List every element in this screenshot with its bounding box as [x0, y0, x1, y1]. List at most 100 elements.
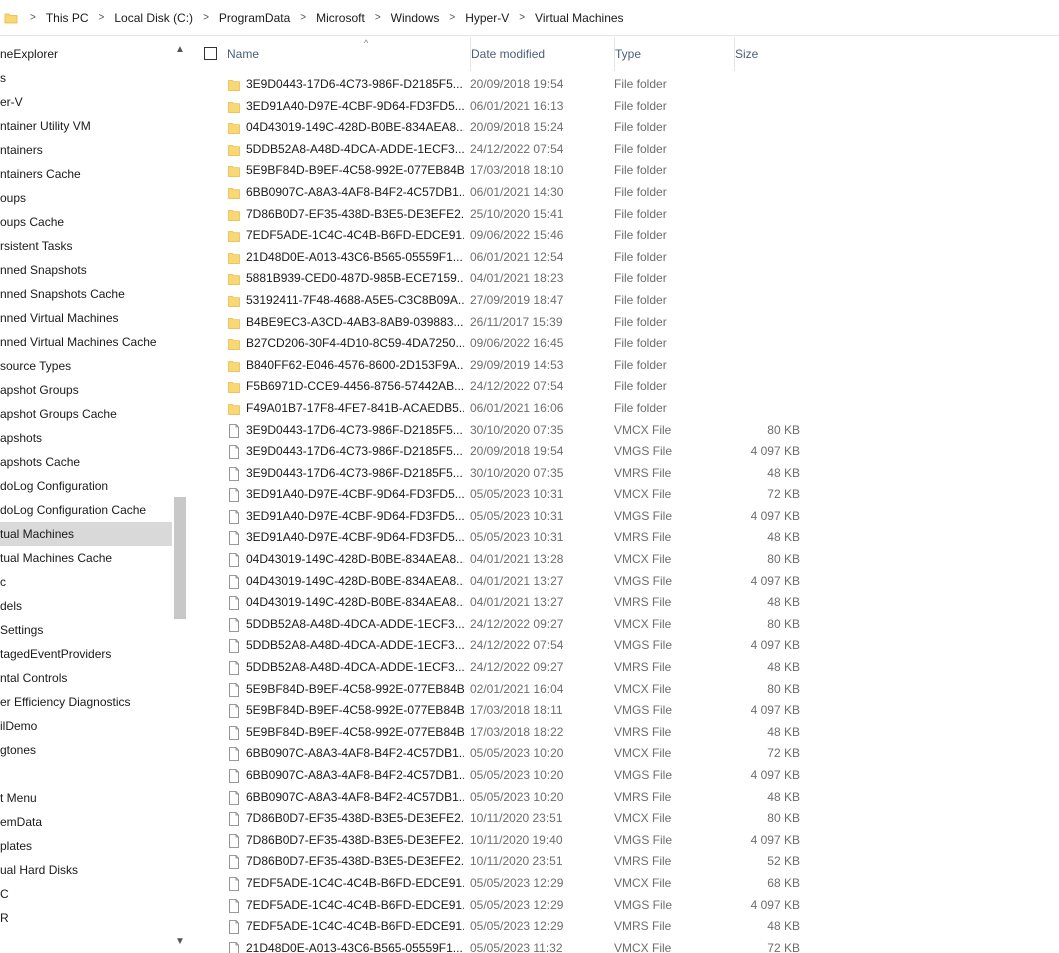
breadcrumb-item[interactable]: Windows — [387, 11, 444, 25]
breadcrumb-item[interactable]: Microsoft — [312, 11, 369, 25]
file-row[interactable]: 04D43019-149C-428D-B0BE-834AEA8... 04/01/… — [192, 549, 1059, 571]
file-row[interactable]: 3ED91A40-D97E-4CBF-9D64-FD3FD5... 06/01/2… — [192, 96, 1059, 118]
nav-tree-item[interactable]: s — [0, 66, 172, 90]
file-row[interactable]: 7D86B0D7-EF35-438D-B3E5-DE3EFE2... 10/11/… — [192, 830, 1059, 852]
file-row[interactable]: 3E9D0443-17D6-4C73-986F-D2185F5... 20/09/… — [192, 74, 1059, 96]
nav-tree-item[interactable]: tual Machines — [0, 522, 172, 546]
file-row[interactable]: 04D43019-149C-428D-B0BE-834AEA8... 20/09/… — [192, 117, 1059, 139]
nav-tree-item[interactable]: nned Snapshots Cache — [0, 282, 172, 306]
chevron-right-icon[interactable]: > — [197, 11, 215, 23]
file-row[interactable]: 7D86B0D7-EF35-438D-B3E5-DE3EFE2... 10/11/… — [192, 808, 1059, 830]
file-row[interactable]: 3E9D0443-17D6-4C73-986F-D2185F5... 30/10/… — [192, 463, 1059, 485]
nav-tree-item[interactable] — [0, 762, 172, 786]
nav-tree-item[interactable]: er-V — [0, 90, 172, 114]
breadcrumb-item[interactable]: This PC — [42, 11, 93, 25]
column-header-type[interactable]: Type — [614, 37, 742, 71]
file-row[interactable]: 5E9BF84D-B9EF-4C58-992E-077EB84B... 17/03… — [192, 700, 1059, 722]
nav-tree-item[interactable]: tual Machines Cache — [0, 546, 172, 570]
file-row[interactable]: 04D43019-149C-428D-B0BE-834AEA8... 04/01/… — [192, 592, 1059, 614]
nav-tree-item[interactable]: oups Cache — [0, 210, 172, 234]
chevron-right-icon[interactable]: > — [93, 11, 111, 23]
chevron-right-icon[interactable]: > — [513, 11, 531, 23]
nav-tree-item[interactable]: C — [0, 882, 172, 906]
breadcrumb-item[interactable]: ProgramData — [215, 11, 294, 25]
file-row[interactable]: 6BB0907C-A8A3-4AF8-B4F2-4C57DB1... 05/05/… — [192, 765, 1059, 787]
scroll-down-icon[interactable]: ▼ — [174, 935, 186, 949]
address-bar[interactable]: > This PC > Local Disk (C:) > ProgramData > Mic… — [0, 0, 1059, 36]
nav-tree-item[interactable]: ilDemo — [0, 714, 172, 738]
nav-tree-item[interactable]: R — [0, 906, 172, 930]
file-row[interactable]: 04D43019-149C-428D-B0BE-834AEA8... 04/01/… — [192, 571, 1059, 593]
nav-tree-item[interactable]: t Menu — [0, 786, 172, 810]
nav-tree-item[interactable]: ntainers Cache — [0, 162, 172, 186]
nav-tree-item[interactable]: gtones — [0, 738, 172, 762]
nav-tree-item[interactable]: neExplorer — [0, 42, 172, 66]
nav-scrollbar[interactable]: ▲ ▼ — [172, 37, 188, 953]
nav-tree-item[interactable]: ntal Controls — [0, 666, 172, 690]
nav-tree-item[interactable]: doLog Configuration — [0, 474, 172, 498]
file-row[interactable]: 5E9BF84D-B9EF-4C58-992E-077EB84B... 17/03… — [192, 160, 1059, 182]
nav-tree-item[interactable]: apshots — [0, 426, 172, 450]
column-header-name[interactable]: ^ Name — [227, 37, 463, 71]
file-row[interactable]: 6BB0907C-A8A3-4AF8-B4F2-4C57DB1... 05/05/… — [192, 787, 1059, 809]
nav-tree-item[interactable]: dels — [0, 594, 172, 618]
file-row[interactable]: 5DDB52A8-A48D-4DCA-ADDE-1ECF3... 24/12/20… — [192, 657, 1059, 679]
nav-tree-item[interactable]: ntainer Utility VM — [0, 114, 172, 138]
file-row[interactable]: 21D48D0E-A013-43C6-B565-05559F1... 06/01/… — [192, 247, 1059, 269]
breadcrumb-item[interactable]: Local Disk (C:) — [110, 11, 197, 25]
nav-tree-item[interactable]: apshots Cache — [0, 450, 172, 474]
file-row[interactable]: 3ED91A40-D97E-4CBF-9D64-FD3FD5... 05/05/2… — [192, 527, 1059, 549]
file-row[interactable]: 3E9D0443-17D6-4C73-986F-D2185F5... 30/10/… — [192, 420, 1059, 442]
file-row[interactable]: 53192411-7F48-4688-A5E5-C3C8B09A... 27/09… — [192, 290, 1059, 312]
file-row[interactable]: 7D86B0D7-EF35-438D-B3E5-DE3EFE2... 10/11/… — [192, 851, 1059, 873]
nav-tree-item[interactable]: rsistent Tasks — [0, 234, 172, 258]
file-row[interactable]: 7D86B0D7-EF35-438D-B3E5-DE3EFE2... 25/10/… — [192, 204, 1059, 226]
chevron-right-icon[interactable]: > — [24, 11, 42, 23]
nav-tree-item[interactable]: tagedEventProviders — [0, 642, 172, 666]
nav-tree-item[interactable]: nned Virtual Machines — [0, 306, 172, 330]
nav-tree-item[interactable]: apshot Groups Cache — [0, 402, 172, 426]
file-row[interactable]: 5E9BF84D-B9EF-4C58-992E-077EB84B... 02/01… — [192, 679, 1059, 701]
file-row[interactable]: 3E9D0443-17D6-4C73-986F-D2185F5... 20/09/… — [192, 441, 1059, 463]
chevron-right-icon[interactable]: > — [369, 11, 387, 23]
file-row[interactable]: 5881B939-CED0-487D-985B-ECE7159... 04/01/… — [192, 268, 1059, 290]
chevron-right-icon[interactable]: > — [443, 11, 461, 23]
nav-tree-item[interactable]: emData — [0, 810, 172, 834]
file-row[interactable]: 5DDB52A8-A48D-4DCA-ADDE-1ECF3... 24/12/20… — [192, 614, 1059, 636]
nav-tree-item[interactable]: apshot Groups — [0, 378, 172, 402]
file-row[interactable]: B4BE9EC3-A3CD-4AB3-8AB9-039883... 26/11/2… — [192, 312, 1059, 334]
file-row[interactable]: 5E9BF84D-B9EF-4C58-992E-077EB84B... 17/03… — [192, 722, 1059, 744]
file-row[interactable]: 3ED91A40-D97E-4CBF-9D64-FD3FD5... 05/05/2… — [192, 484, 1059, 506]
file-row[interactable]: 7EDF5ADE-1C4C-4C4B-B6FD-EDCE91... 05/05/2… — [192, 895, 1059, 917]
nav-tree-item[interactable]: c — [0, 570, 172, 594]
breadcrumb-item[interactable]: Hyper-V — [461, 11, 513, 25]
nav-tree-item[interactable]: Settings — [0, 618, 172, 642]
file-row[interactable]: 5DDB52A8-A48D-4DCA-ADDE-1ECF3... 24/12/20… — [192, 139, 1059, 161]
file-row[interactable]: F5B6971D-CCE9-4456-8756-57442AB... 24/12/… — [192, 376, 1059, 398]
scroll-up-icon[interactable]: ▲ — [174, 43, 186, 57]
scroll-thumb[interactable] — [174, 497, 186, 619]
file-row[interactable]: 6BB0907C-A8A3-4AF8-B4F2-4C57DB1... 05/05/… — [192, 743, 1059, 765]
select-all-checkbox[interactable] — [204, 47, 217, 60]
breadcrumb-item[interactable]: Virtual Machines — [531, 11, 628, 25]
file-row[interactable]: 5DDB52A8-A48D-4DCA-ADDE-1ECF3... 24/12/20… — [192, 635, 1059, 657]
nav-tree-item[interactable]: doLog Configuration Cache — [0, 498, 172, 522]
column-header-date[interactable]: Date modified — [470, 37, 606, 71]
nav-tree-item[interactable]: source Types — [0, 354, 172, 378]
nav-tree-item[interactable]: nned Snapshots — [0, 258, 172, 282]
chevron-right-icon[interactable]: > — [294, 11, 312, 23]
nav-tree-item[interactable]: ual Hard Disks — [0, 858, 172, 882]
file-row[interactable]: 6BB0907C-A8A3-4AF8-B4F2-4C57DB1... 06/01/… — [192, 182, 1059, 204]
file-row[interactable]: 7EDF5ADE-1C4C-4C4B-B6FD-EDCE91... 05/05/2… — [192, 916, 1059, 938]
file-row[interactable]: B840FF62-E046-4576-8600-2D153F9A... 29/09… — [192, 355, 1059, 377]
file-row[interactable]: 7EDF5ADE-1C4C-4C4B-B6FD-EDCE91... 05/05/2… — [192, 873, 1059, 895]
nav-tree-item[interactable]: oups — [0, 186, 172, 210]
file-row[interactable]: F49A01B7-17F8-4FE7-841B-ACAEDB5... 06/01/… — [192, 398, 1059, 420]
nav-tree-item[interactable]: nned Virtual Machines Cache — [0, 330, 172, 354]
file-row[interactable]: 3ED91A40-D97E-4CBF-9D64-FD3FD5... 05/05/2… — [192, 506, 1059, 528]
nav-tree-item[interactable]: plates — [0, 834, 172, 858]
column-header-size[interactable]: Size — [734, 37, 808, 71]
file-row[interactable]: B27CD206-30F4-4D10-8C59-4DA7250... 09/06/… — [192, 333, 1059, 355]
file-row[interactable]: 21D48D0E-A013-43C6-B565-05559F1... 05/05/… — [192, 938, 1059, 953]
nav-tree-item[interactable]: er Efficiency Diagnostics — [0, 690, 172, 714]
